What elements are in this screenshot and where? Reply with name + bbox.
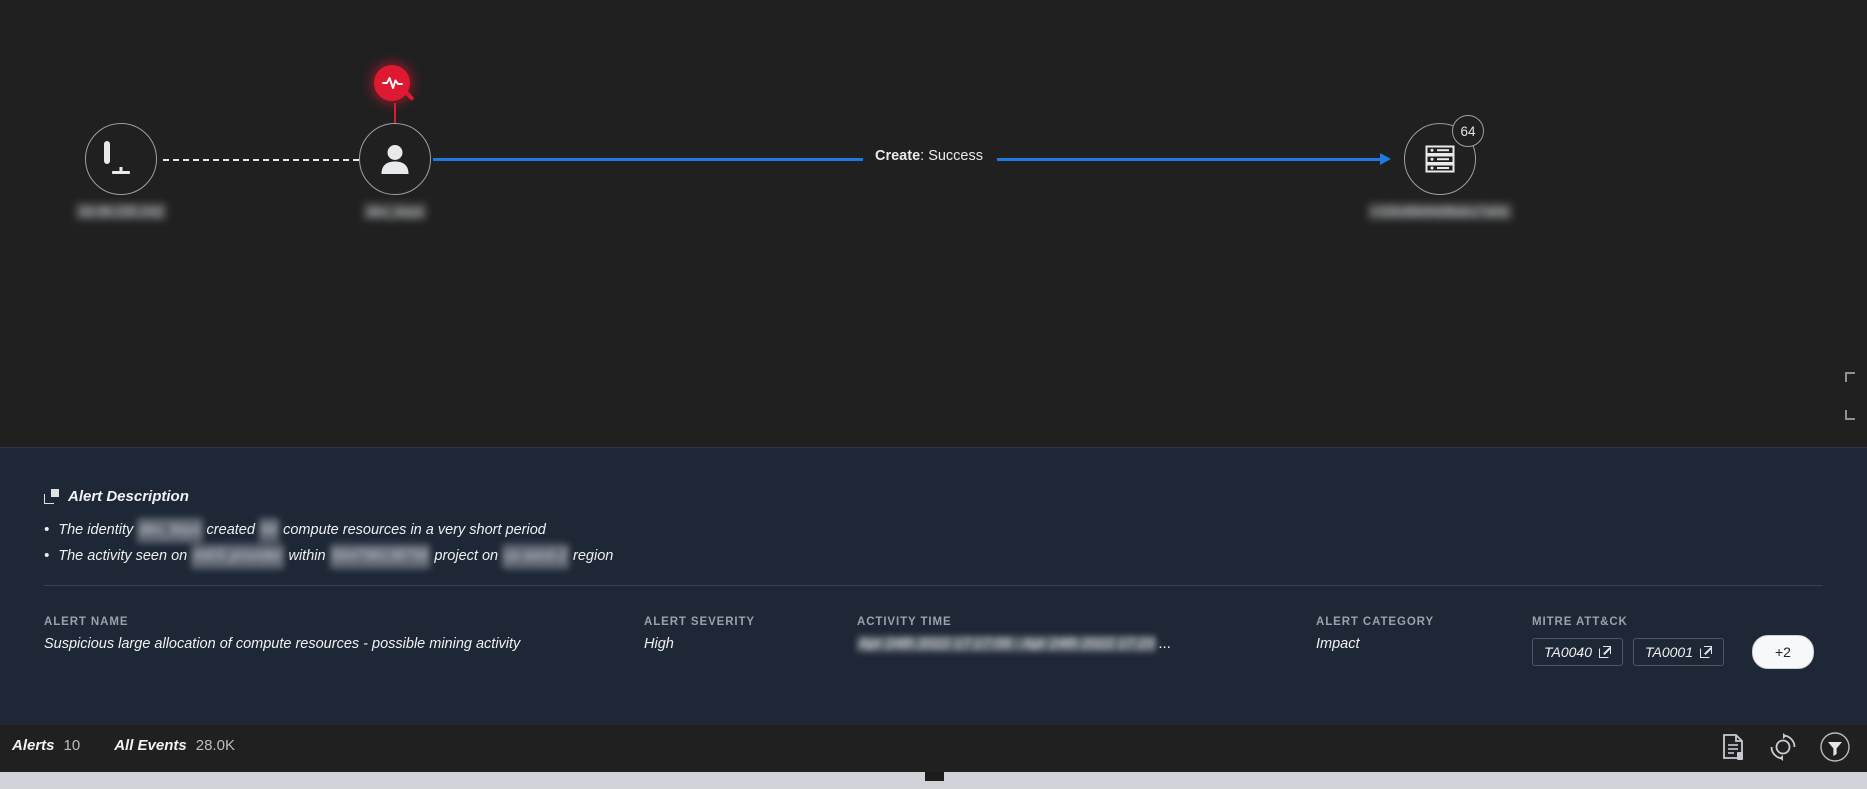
investigate-alert-icon[interactable]	[374, 65, 416, 129]
monitor-icon	[104, 141, 138, 174]
filter-icon[interactable]	[1819, 731, 1851, 763]
meta-alert-severity: ALERT SEVERITY High	[644, 616, 755, 652]
graph-node-identity[interactable]: dev_keys	[359, 65, 431, 220]
mitre-tag-ta0001[interactable]: TA0001	[1633, 638, 1724, 666]
popout-icon[interactable]	[44, 489, 59, 504]
graph-edge-identity-to-resource-right	[997, 158, 1387, 161]
mitre-more-button[interactable]: +2	[1752, 635, 1814, 669]
refresh-icon[interactable]	[1769, 733, 1797, 761]
description-bullet-text: The identity dev_keys created 64 compute…	[58, 518, 546, 543]
redacted-count: 64	[258, 518, 280, 543]
source-host-circle[interactable]	[85, 123, 157, 195]
pulse-glyph	[381, 77, 403, 89]
graph-edge-label: Create: Success	[866, 148, 992, 164]
external-link-icon	[1599, 646, 1611, 658]
redacted-identity: dev_keys	[137, 518, 203, 543]
mitre-tag-id: TA0001	[1645, 644, 1693, 660]
bottom-bar-stats: Alerts 10 All Events 28.0K	[12, 737, 235, 754]
expand-handle[interactable]	[1845, 372, 1863, 420]
mitre-tag-ta0040[interactable]: TA0040	[1532, 638, 1623, 666]
stat-all-events[interactable]: All Events 28.0K	[114, 737, 235, 754]
meta-alert-name-label: ALERT NAME	[44, 616, 129, 628]
scrollbar-cursor[interactable]	[925, 772, 944, 781]
alert-detail-panel: Alert Description • The identity dev_key…	[0, 447, 1867, 725]
mitre-tag-id: TA0040	[1544, 644, 1592, 660]
meta-alert-category-label: ALERT CATEGORY	[1316, 616, 1435, 628]
meta-activity-time-value: Apr 24th 2022 17:17:09 - Apr 24th 2022 1…	[857, 636, 1157, 652]
external-link-icon	[1700, 646, 1712, 658]
stat-alerts-label: Alerts	[12, 737, 55, 754]
graph-edge-arrowhead	[1380, 153, 1391, 165]
report-icon[interactable]	[1721, 733, 1747, 761]
description-bullet: • The identity dev_keys created 64 compu…	[44, 517, 613, 543]
meta-alert-name-value: Suspicious large allocation of compute r…	[44, 636, 521, 652]
stat-alerts-value: 10	[63, 737, 81, 754]
meta-mitre-attack: MITRE ATT&CK TA0040 TA0001 +2	[1532, 616, 1814, 669]
status-badge: High	[644, 636, 674, 652]
redacted-region: us-west-2	[502, 544, 569, 569]
meta-alert-category-value: Impact	[1316, 636, 1360, 652]
meta-activity-time-label: ACTIVITY TIME	[857, 616, 952, 628]
stat-all-events-value: 28.0K	[195, 737, 235, 754]
description-bullet: • The activity seen on AWS provider with…	[44, 543, 613, 569]
bullet-marker: •	[44, 547, 50, 564]
server-icon	[1425, 145, 1455, 173]
resource-count-badge: 64	[1452, 115, 1484, 147]
meta-alert-name: ALERT NAME Suspicious large allocation o…	[44, 616, 520, 652]
description-bullet-text: The activity seen on AWS provider within…	[58, 544, 613, 569]
identity-label: dev_keys	[363, 203, 427, 220]
alert-investigation-view: Create: Success 34.99.235.242 dev_keys 6…	[0, 0, 1867, 789]
graph-edge-host-to-identity	[163, 159, 359, 161]
graph-node-source-host[interactable]: 34.99.235.242	[75, 123, 167, 220]
stat-all-events-label: All Events	[114, 737, 187, 754]
graph-node-compute-resource[interactable]: 64 i-02b48b94d9bdcc7a0e	[1368, 115, 1512, 220]
meta-mitre-label: MITRE ATT&CK	[1532, 616, 1628, 628]
meta-activity-time: ACTIVITY TIME Apr 24th 2022 17:17:09 - A…	[857, 616, 1171, 652]
compute-resource-circle[interactable]: 64	[1404, 115, 1484, 195]
redacted-provider: AWS provider	[191, 544, 285, 569]
graph-edge-identity-to-resource-left	[433, 158, 863, 161]
meta-alert-severity-label: ALERT SEVERITY	[644, 616, 756, 628]
alert-description-title: Alert Description	[68, 488, 189, 505]
entity-graph-canvas[interactable]: Create: Success 34.99.235.242 dev_keys 6…	[0, 0, 1867, 447]
meta-alert-category: ALERT CATEGORY Impact	[1316, 616, 1434, 652]
identity-circle[interactable]	[359, 123, 431, 195]
redacted-project: 664798138756	[329, 544, 431, 569]
user-icon	[381, 145, 409, 174]
bullet-marker: •	[44, 521, 50, 538]
source-host-label: 34.99.235.242	[75, 203, 167, 220]
alert-description-header[interactable]: Alert Description	[44, 488, 189, 505]
alert-description-bullets: • The identity dev_keys created 64 compu…	[44, 517, 613, 569]
stat-alerts[interactable]: Alerts 10	[12, 737, 80, 754]
graph-edge-label-action: Create	[875, 148, 921, 164]
meta-activity-time-ellipsis: ...	[1158, 635, 1171, 652]
bottom-bar-actions	[1721, 731, 1851, 763]
panel-divider	[44, 585, 1823, 586]
compute-resource-label: i-02b48b94d9bdcc7a0e	[1368, 203, 1512, 220]
bottom-status-bar: Alerts 10 All Events 28.0K	[0, 725, 1867, 772]
graph-edge-label-status: : Success	[920, 148, 983, 164]
